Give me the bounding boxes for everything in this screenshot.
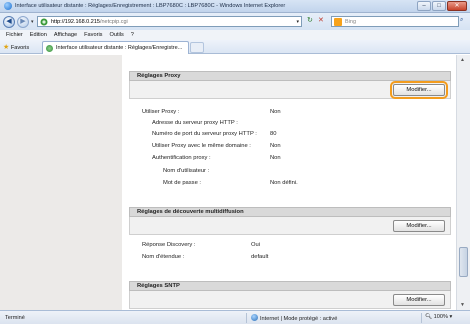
proxy-same-domain-label: Utiliser Proxy avec le même domaine : [152, 143, 251, 149]
search-icon[interactable]: ⌕ [460, 17, 463, 24]
tab-favicon-icon [46, 45, 53, 52]
sntp-section: Réglages SNTP Modifier... [129, 281, 451, 309]
url-host: http://192.168.0.215 [51, 19, 100, 25]
minimize-button[interactable]: – [417, 1, 431, 11]
history-dropdown-icon[interactable]: ▾ [31, 19, 34, 25]
title-bar: Interface utilisateur distante : Réglage… [0, 0, 470, 13]
address-field[interactable]: http://192.168.0.215/netcpip.cgi ▾ [37, 16, 302, 27]
settings-main: Réglages Proxy Modifier... Utiliser Prox… [122, 55, 456, 310]
page-content: Réglages Proxy Modifier... Utiliser Prox… [0, 55, 470, 310]
menu-outils[interactable]: Outils [109, 30, 123, 40]
status-divider [421, 313, 422, 323]
scrollbar-thumb[interactable] [459, 247, 468, 277]
proxy-same-domain-value: Non [270, 143, 281, 149]
left-navigation-panel [0, 55, 122, 310]
address-dropdown-icon[interactable]: ▾ [296, 19, 299, 25]
favorites-button[interactable]: ★ Favoris [3, 43, 29, 51]
proxy-password-value: Non défini. [270, 180, 298, 186]
menu-help[interactable]: ? [131, 30, 134, 40]
proxy-use-value: Non [270, 109, 281, 115]
url-path: /netcpip.cgi [99, 19, 128, 25]
address-toolbar: ◀ ▶ ▾ http://192.168.0.215/netcpip.cgi ▾… [0, 13, 470, 30]
proxy-use-label: Utiliser Proxy : [142, 109, 180, 115]
stop-icon[interactable]: ✕ [318, 17, 324, 25]
zone-text: Internet | Mode protégé : activé [260, 316, 338, 322]
proxy-section-toolbar: Modifier... [129, 81, 451, 99]
scope-name-label: Nom d'étendue : [142, 254, 185, 260]
sntp-section-title: Réglages SNTP [129, 281, 451, 291]
window-title: Interface utilisateur distante : Réglage… [15, 3, 286, 9]
url-text: http://192.168.0.215/netcpip.cgi [51, 19, 128, 25]
sntp-modify-button[interactable]: Modifier... [393, 294, 445, 306]
tab-label: Interface utilisateur distante : Réglage… [56, 45, 183, 51]
menu-affichage[interactable]: Affichage [54, 30, 77, 40]
internet-explorer-icon [4, 2, 12, 10]
proxy-port-value: 80 [270, 131, 277, 137]
close-button[interactable]: ✕ [447, 1, 467, 11]
bing-logo-icon [334, 18, 342, 26]
scroll-up-icon[interactable]: ▲ [460, 57, 465, 63]
multicast-section-toolbar: Modifier... [129, 217, 451, 235]
proxy-port-label: Numéro de port du serveur proxy HTTP : [152, 131, 257, 137]
status-bar: Terminé Internet | Mode protégé : activé… [0, 310, 470, 324]
scope-name-value: default [251, 254, 269, 260]
menu-edition[interactable]: Edition [30, 30, 47, 40]
status-text: Terminé [5, 315, 25, 321]
globe-icon [251, 314, 258, 321]
zoom-level: 100% [433, 314, 448, 320]
security-zone[interactable]: Internet | Mode protégé : activé [251, 314, 337, 322]
search-field[interactable]: Bing [331, 16, 459, 27]
discovery-response-value: Oui [251, 242, 261, 248]
sntp-section-toolbar: Modifier... [129, 291, 451, 309]
page-favicon-icon [40, 18, 48, 26]
discovery-response-label: Réponse Discovery : [142, 242, 196, 248]
refresh-icon[interactable]: ↻ [307, 17, 313, 25]
proxy-password-label: Mot de passe : [163, 180, 202, 186]
window-controls: – □ ✕ [417, 1, 467, 11]
back-button[interactable]: ◀ [3, 16, 15, 28]
zoom-control[interactable]: 🔍︎ 100% ▾ [425, 314, 452, 320]
search-placeholder: Bing [345, 19, 357, 25]
proxy-username-label: Nom d'utilisateur : [163, 168, 210, 174]
multicast-modify-button[interactable]: Modifier... [393, 220, 445, 232]
proxy-section: Réglages Proxy Modifier... [129, 71, 451, 99]
favorites-label: Favoris [10, 45, 30, 51]
status-divider [246, 313, 247, 323]
magnifier-icon: 🔍︎ [425, 314, 433, 320]
maximize-button[interactable]: □ [432, 1, 446, 11]
proxy-modify-button[interactable]: Modifier... [390, 81, 448, 99]
multicast-section: Réglages de découverte multidiffusion Mo… [129, 207, 451, 235]
proxy-address-label: Adresse du serveur proxy HTTP : [152, 120, 238, 126]
proxy-auth-label: Authentification proxy : [152, 155, 211, 161]
multicast-section-title: Réglages de découverte multidiffusion [129, 207, 451, 217]
star-icon: ★ [3, 44, 10, 51]
tab-remote-ui[interactable]: Interface utilisateur distante : Réglage… [42, 41, 189, 54]
forward-button[interactable]: ▶ [17, 16, 29, 28]
favorites-bar: ★ Favoris Interface utilisateur distante… [0, 40, 470, 54]
proxy-section-title: Réglages Proxy [129, 71, 451, 81]
menu-bar: Fichier Edition Affichage Favoris Outils… [0, 30, 470, 40]
menu-favoris[interactable]: Favoris [84, 30, 102, 40]
proxy-auth-value: Non [270, 155, 281, 161]
new-tab-button[interactable] [190, 42, 204, 53]
scroll-down-icon[interactable]: ▼ [460, 302, 465, 308]
menu-fichier[interactable]: Fichier [6, 30, 23, 40]
vertical-scrollbar[interactable]: ▲ ▼ [456, 55, 470, 310]
